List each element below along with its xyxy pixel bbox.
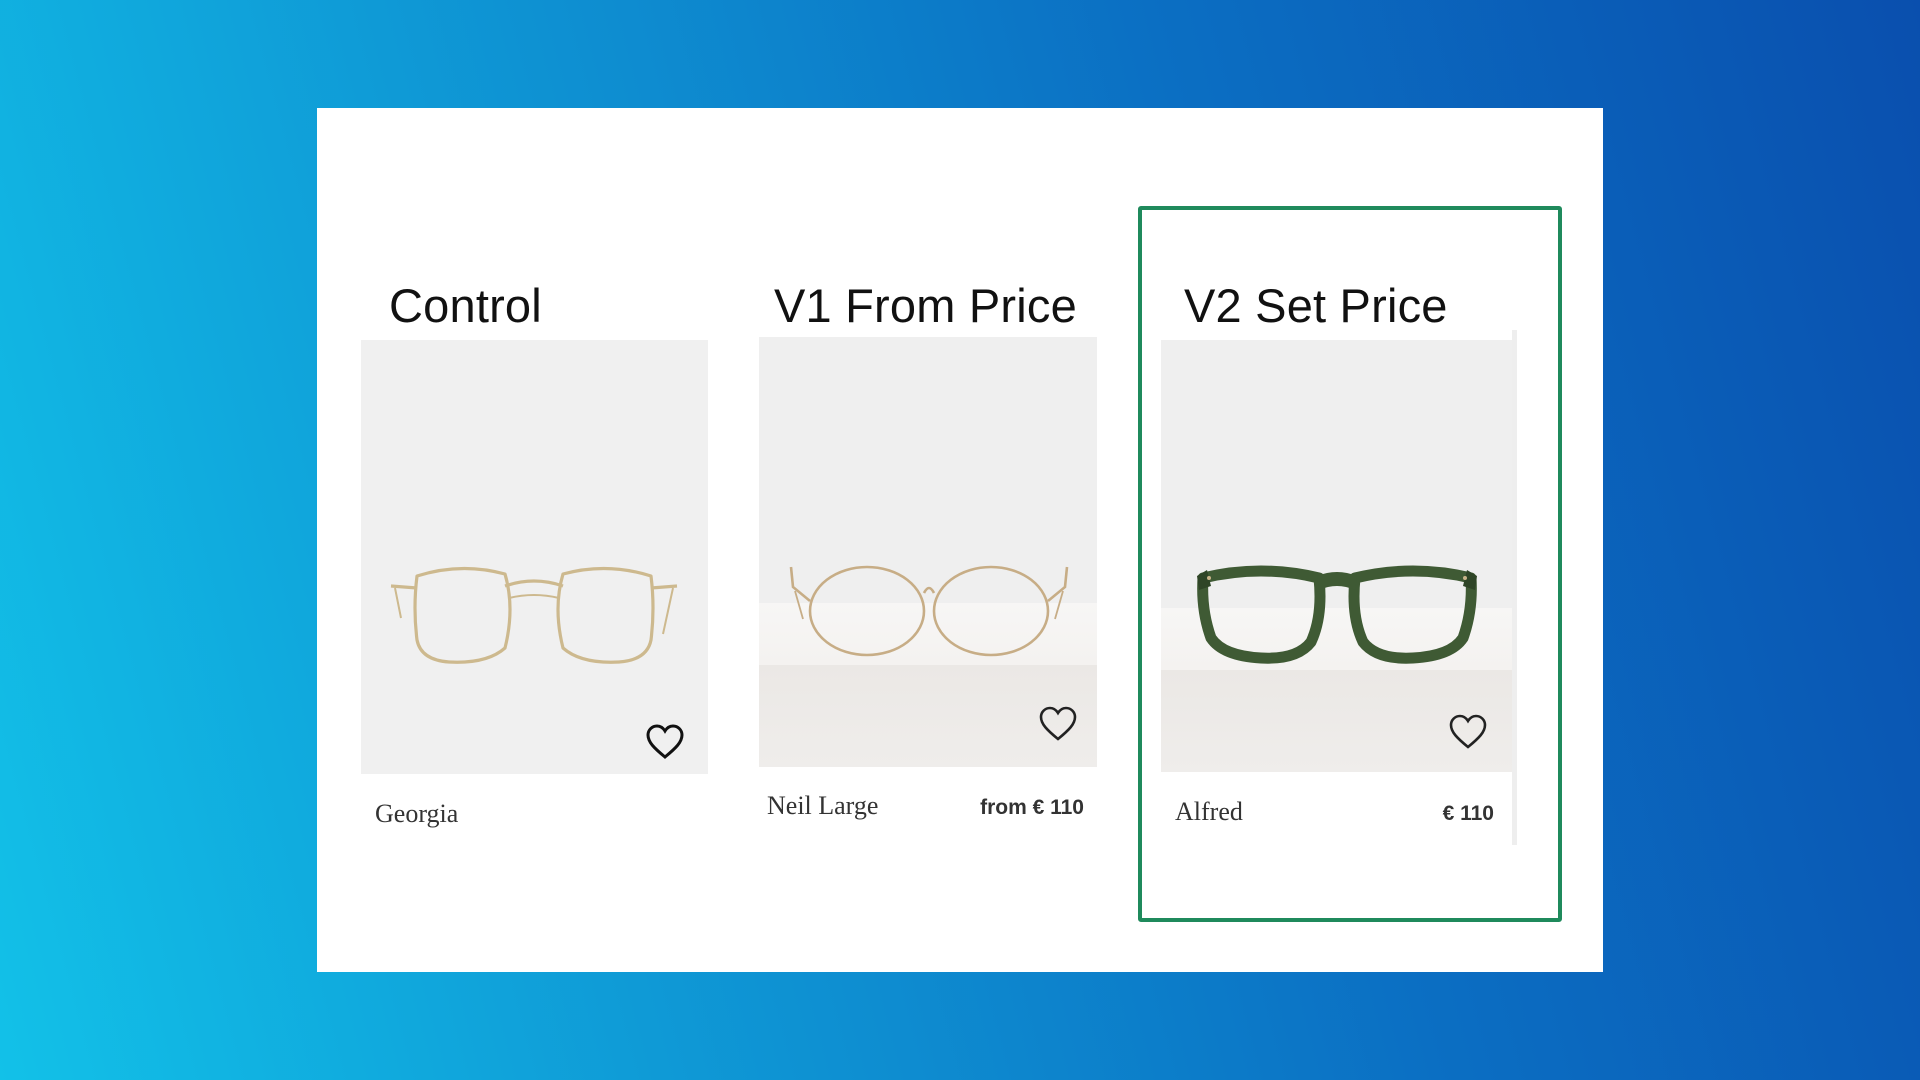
- gold-round-glasses-image: [789, 565, 1069, 657]
- variant-title-control: Control: [389, 279, 542, 332]
- product-price-neil-large: from € 110: [980, 796, 1084, 819]
- product-card-image-neil-large[interactable]: [759, 337, 1097, 767]
- product-name-neil-large[interactable]: Neil Large: [767, 791, 878, 821]
- product-card-image-georgia[interactable]: [361, 340, 708, 774]
- variant-title-v1: V1 From Price: [774, 279, 1077, 332]
- favorite-heart-icon[interactable]: [645, 724, 685, 760]
- card-scroll-edge: [1512, 330, 1517, 845]
- green-acetate-glasses-image: [1197, 565, 1477, 664]
- product-card-image-alfred[interactable]: [1161, 340, 1512, 772]
- product-name-georgia[interactable]: Georgia: [375, 799, 458, 829]
- product-price-alfred: € 110: [1442, 802, 1494, 825]
- favorite-heart-icon[interactable]: [1038, 706, 1078, 742]
- favorite-heart-icon[interactable]: [1448, 714, 1488, 750]
- product-name-alfred[interactable]: Alfred: [1175, 797, 1243, 827]
- gold-square-glasses-image: [390, 566, 678, 664]
- variant-title-v2: V2 Set Price: [1184, 279, 1448, 332]
